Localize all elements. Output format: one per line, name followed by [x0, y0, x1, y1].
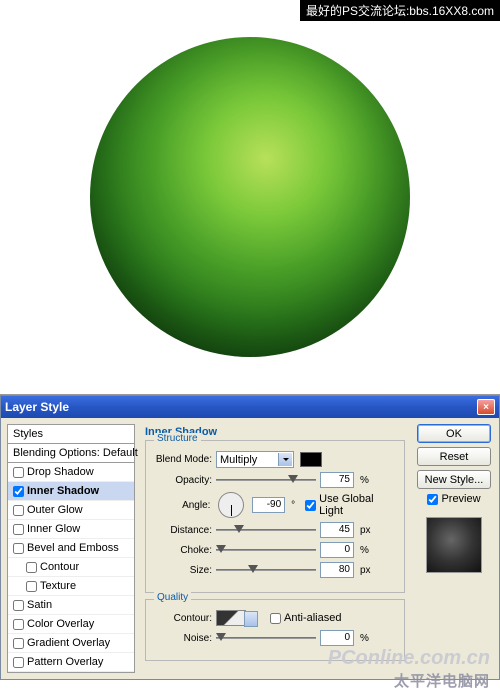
layer-style-dialog: Layer Style × Styles Blending Options: D… — [0, 395, 500, 680]
quality-legend: Quality — [154, 592, 191, 603]
canvas-area — [0, 0, 500, 395]
green-sphere — [90, 37, 410, 357]
choke-input[interactable]: 0 — [320, 542, 354, 558]
panel-main: Inner Shadow Structure Blend Mode: Multi… — [141, 424, 409, 673]
sidebar-checkbox[interactable] — [13, 543, 24, 554]
distance-slider[interactable] — [216, 523, 316, 537]
choke-slider[interactable] — [216, 543, 316, 557]
structure-legend: Structure — [154, 433, 201, 444]
button-column: OK Reset New Style... Preview — [415, 424, 493, 673]
sidebar-item-texture[interactable]: Texture — [8, 577, 134, 596]
blendmode-select[interactable]: Multiply — [216, 451, 294, 468]
sidebar-item-bevel-and-emboss[interactable]: Bevel and Emboss — [8, 539, 134, 558]
blendmode-label: Blend Mode: — [152, 454, 212, 465]
dialog-title: Layer Style — [5, 400, 69, 414]
angle-input[interactable]: -90 — [252, 497, 285, 513]
sidebar-checkbox[interactable] — [26, 581, 37, 592]
sidebar-checkbox[interactable] — [13, 467, 24, 478]
angle-label: Angle: — [152, 500, 210, 511]
opacity-slider[interactable] — [216, 473, 316, 487]
angle-dial[interactable] — [218, 492, 243, 518]
sidebar-checkbox[interactable] — [13, 486, 24, 497]
opacity-input[interactable]: 75 — [320, 472, 354, 488]
sidebar-checkbox[interactable] — [13, 524, 24, 535]
contour-label: Contour: — [152, 613, 212, 624]
size-slider[interactable] — [216, 563, 316, 577]
size-label: Size: — [152, 565, 212, 576]
contour-picker[interactable] — [216, 610, 246, 626]
sidebar-item-gradient-overlay[interactable]: Gradient Overlay — [8, 634, 134, 653]
distance-label: Distance: — [152, 525, 212, 536]
sidebar-item-outer-glow[interactable]: Outer Glow — [8, 501, 134, 520]
opacity-label: Opacity: — [152, 475, 212, 486]
sidebar-checkbox[interactable] — [13, 505, 24, 516]
sidebar-checkbox[interactable] — [26, 562, 37, 573]
structure-group: Structure Blend Mode: Multiply Opacity: … — [145, 440, 405, 593]
preview-checkbox[interactable] — [427, 494, 438, 505]
sidebar-item-color-overlay[interactable]: Color Overlay — [8, 615, 134, 634]
noise-input[interactable]: 0 — [320, 630, 354, 646]
noise-slider[interactable] — [216, 631, 316, 645]
antialiased-checkbox[interactable] — [270, 613, 281, 624]
size-input[interactable]: 80 — [320, 562, 354, 578]
sidebar-checkbox[interactable] — [13, 600, 24, 611]
sidebar-item-satin[interactable]: Satin — [8, 596, 134, 615]
sidebar-checkbox[interactable] — [13, 619, 24, 630]
sidebar-item-pattern-overlay[interactable]: Pattern Overlay — [8, 653, 134, 672]
choke-label: Choke: — [152, 545, 212, 556]
dialog-content: Styles Blending Options: Default Drop Sh… — [1, 418, 499, 679]
sidebar-item-contour[interactable]: Contour — [8, 558, 134, 577]
banner: 最好的PS交流论坛:bbs.16XX8.com — [300, 0, 500, 21]
sidebar-item-drop-shadow[interactable]: Drop Shadow — [8, 463, 134, 482]
sidebar-checkbox[interactable] — [13, 638, 24, 649]
ok-button[interactable]: OK — [417, 424, 491, 443]
sidebar-blending[interactable]: Blending Options: Default — [8, 444, 134, 463]
preview-swatch — [426, 517, 482, 573]
quality-group: Quality Contour: Anti-aliased Noise: 0 % — [145, 599, 405, 661]
distance-input[interactable]: 45 — [320, 522, 354, 538]
styles-sidebar: Styles Blending Options: Default Drop Sh… — [7, 424, 135, 673]
sidebar-styles[interactable]: Styles — [8, 425, 134, 444]
sidebar-item-inner-shadow[interactable]: Inner Shadow — [8, 482, 134, 501]
close-icon[interactable]: × — [477, 399, 495, 415]
new-style-button[interactable]: New Style... — [417, 470, 491, 489]
noise-label: Noise: — [152, 633, 212, 644]
reset-button[interactable]: Reset — [417, 447, 491, 466]
sidebar-item-inner-glow[interactable]: Inner Glow — [8, 520, 134, 539]
sidebar-checkbox[interactable] — [13, 657, 24, 668]
color-swatch[interactable] — [300, 452, 322, 467]
titlebar[interactable]: Layer Style × — [1, 396, 499, 418]
use-global-light-checkbox[interactable] — [305, 500, 316, 511]
